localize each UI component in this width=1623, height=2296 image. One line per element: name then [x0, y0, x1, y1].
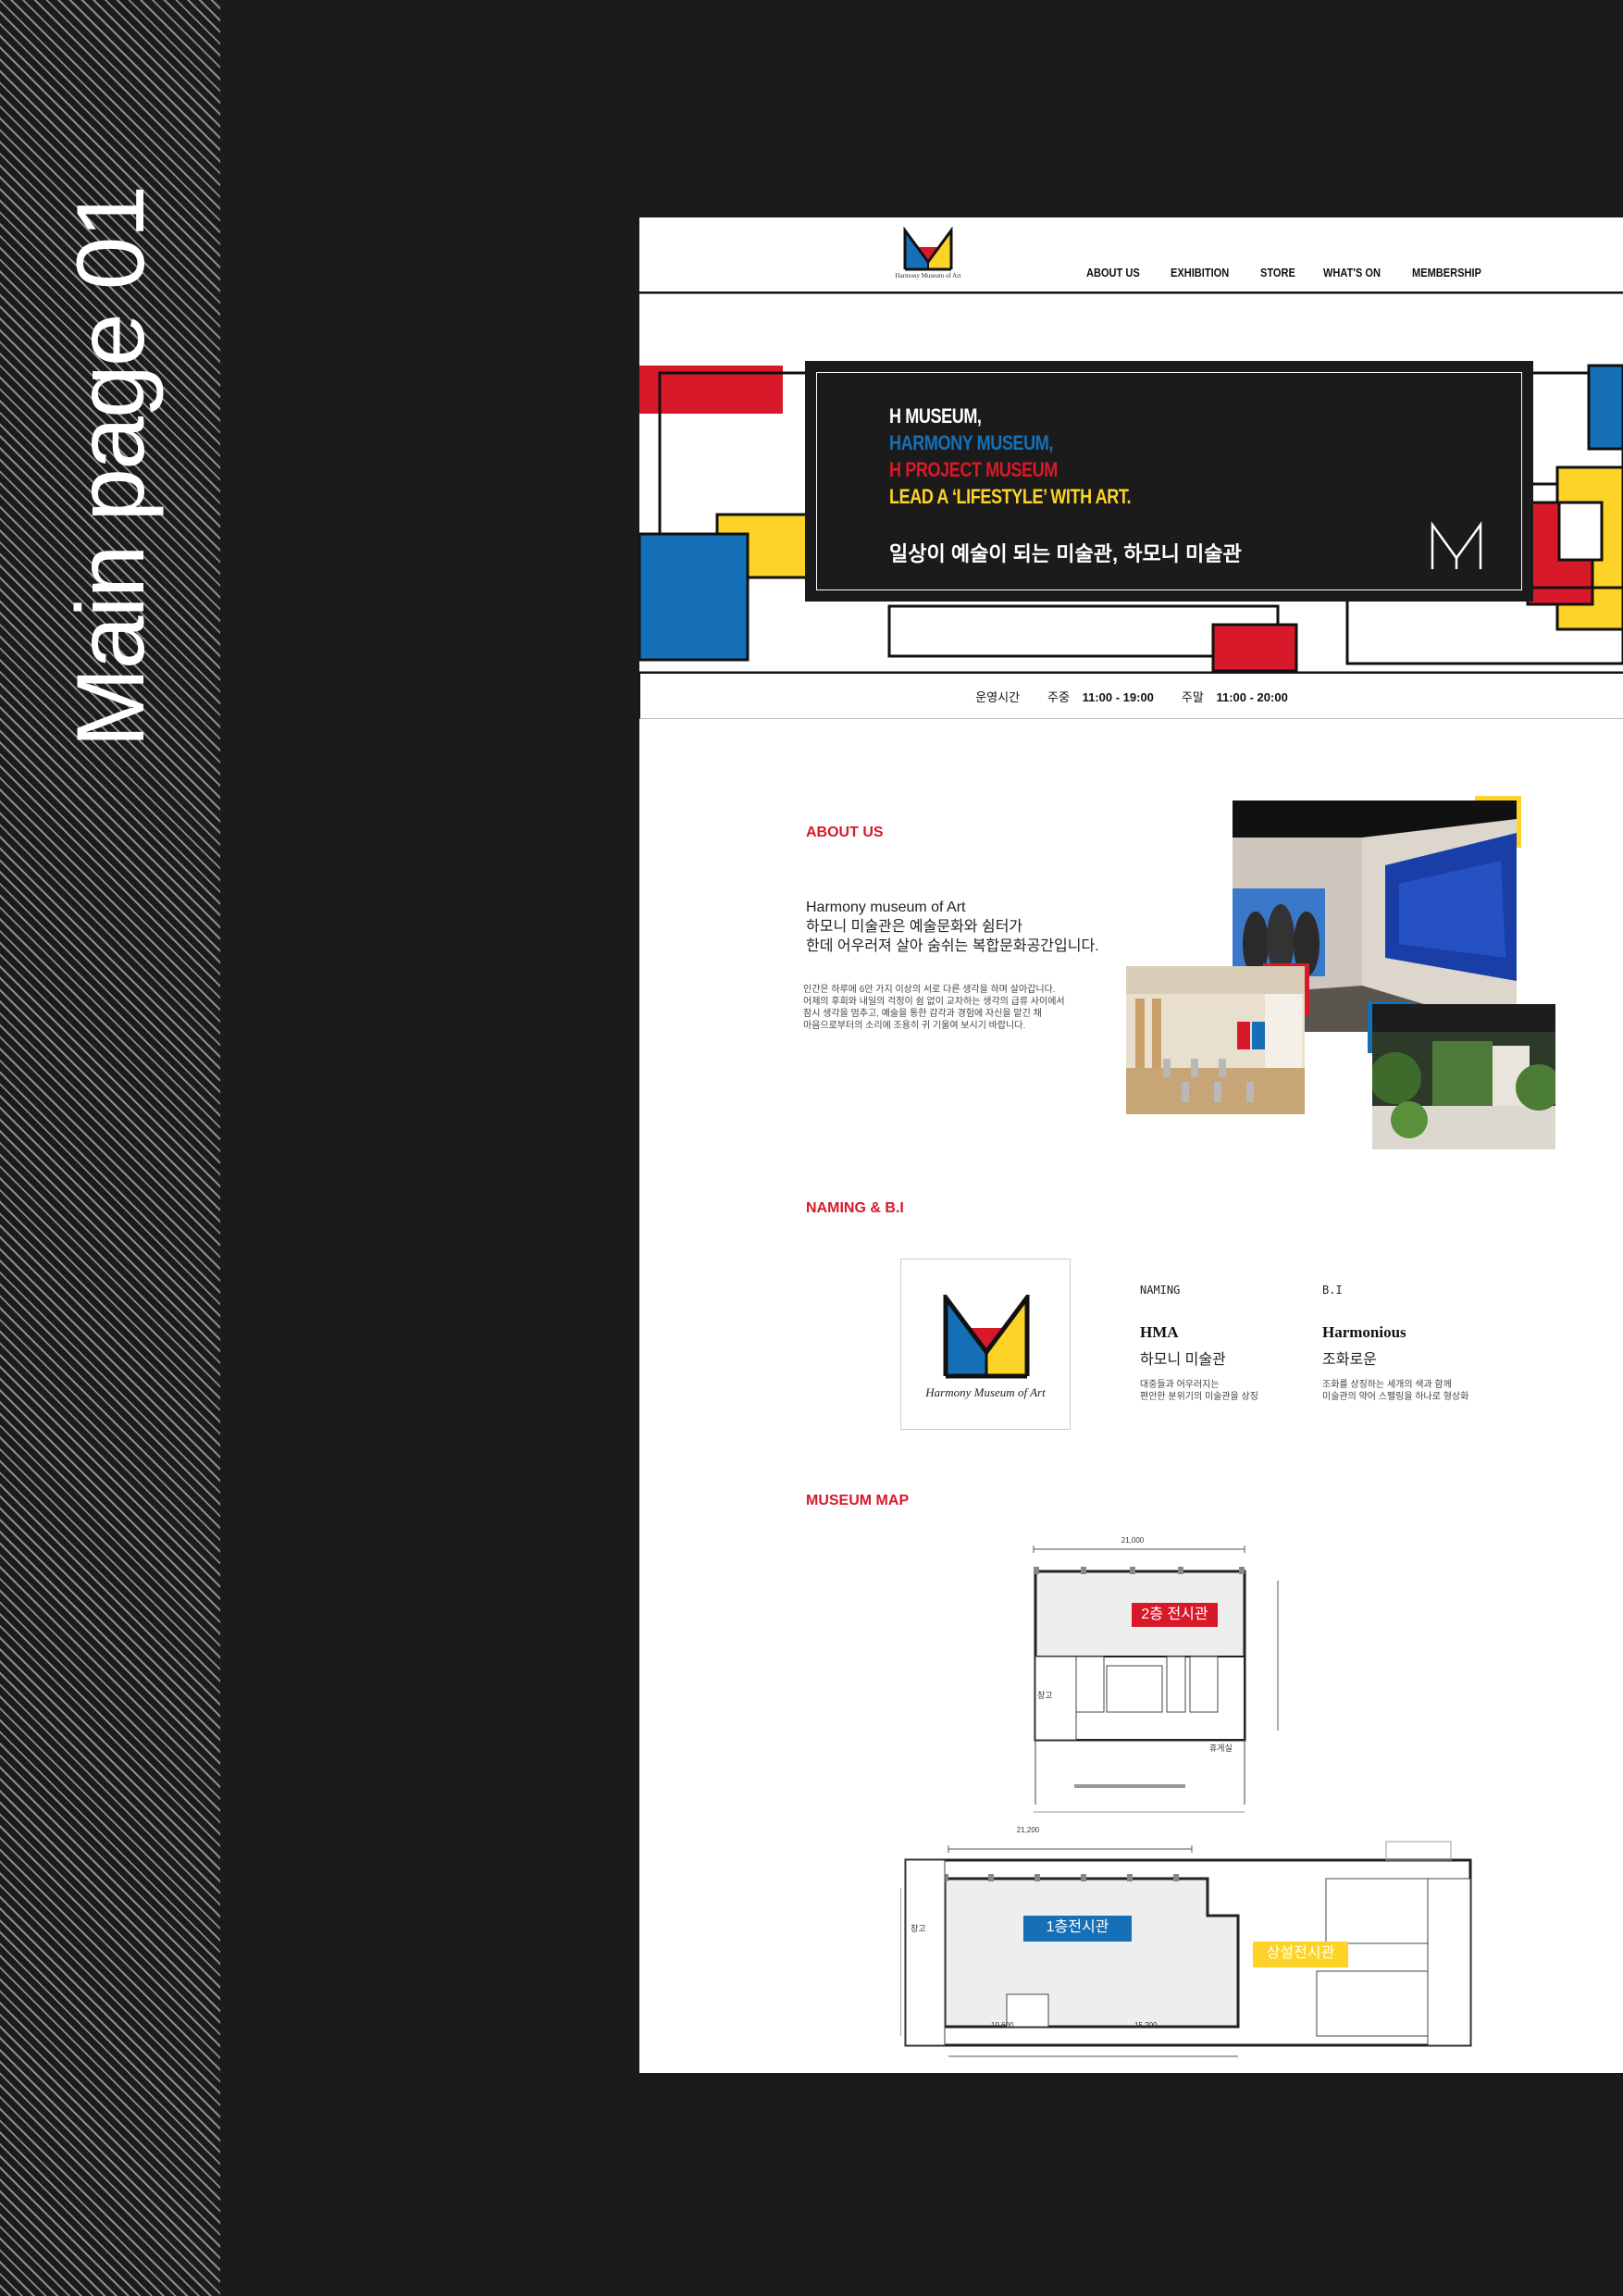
gallery-photo-hall	[1126, 966, 1305, 1114]
website-mockup: Harmony Museum of Art ABOUT US EXHIBITIO…	[639, 217, 1623, 2073]
bi-desc-line: 미술관의 약어 스펠링을 하나로 형상화	[1322, 1392, 1469, 1402]
page-title: Main page 01	[57, 186, 165, 748]
hero-m-logo-icon	[1431, 521, 1482, 569]
bi-sub: 조화로운	[1322, 1352, 1377, 1368]
bi-desc-line: 조화를 상징하는 세개의 색과 함께	[1322, 1380, 1452, 1390]
about-heading: Harmony museum of Art 하모니 미술관은 예술문화와 쉼터가…	[806, 898, 1099, 956]
hero-line-1: H MUSEUM,	[889, 404, 982, 428]
floor-1-dimension: 21,200	[1016, 1826, 1040, 1834]
floor-2-plan	[1033, 1545, 1279, 1813]
floor-2-rest-label: 휴게실	[1209, 1744, 1233, 1753]
floor-1-dimension-b: 15,200	[1134, 2021, 1158, 2029]
nav-store[interactable]: STORE	[1260, 266, 1295, 279]
floor-1-dimension-a: 10,600	[991, 2021, 1014, 2029]
floor-2-storage-label: 창고	[1037, 1691, 1053, 1700]
weekday-label: 주중	[1047, 689, 1070, 704]
opening-hours-bar: 운영시간 주중 11:00 - 19:00 주말 11:00 - 20:00	[639, 673, 1623, 719]
hero-line-4: LEAD A ‘LIFESTYLE’ WITH ART.	[889, 485, 1132, 508]
naming-sub: 하모니 미술관	[1140, 1352, 1226, 1368]
about-heading-line: 한데 어우러져 살아 숨쉬는 복합문화공간입니다.	[806, 938, 1099, 954]
nav-whats-on[interactable]: WHAT'S ON	[1323, 266, 1381, 279]
about-body-line: 어제의 후회와 내일의 걱정이 쉼 없이 교차하는 생각의 급류 사이에서	[803, 997, 1065, 1007]
nav-exhibition[interactable]: EXHIBITION	[1171, 266, 1229, 279]
floor-1-tag[interactable]: 1층전시관	[1023, 1916, 1132, 1942]
logo-caption: Harmony Museum of Art	[895, 272, 961, 279]
weekday-time: 11:00 - 19:00	[1082, 689, 1154, 704]
hero-banner: H MUSEUM, HARMONY MUSEUM, H PROJECT MUSE…	[805, 361, 1533, 602]
floor-2-dimension: 21,000	[1121, 1536, 1145, 1545]
naming-head: NAMING	[1140, 1284, 1181, 1297]
naming-bi-label: NAMING & B.I	[806, 1200, 904, 1216]
naming-desc: 대중들과 어우러지는 편안한 분위기의 미술관을 상징	[1140, 1379, 1258, 1403]
bi-head: B.I	[1322, 1284, 1343, 1297]
hero-tagline: 일상이 예술이 되는 미술관, 하모니 미술관	[889, 542, 1242, 565]
about-us-label: ABOUT US	[806, 825, 884, 840]
weekend-time: 11:00 - 20:00	[1216, 689, 1288, 704]
museum-map-label: MUSEUM MAP	[806, 1493, 910, 1508]
naming-desc-line: 편안한 분위기의 미술관을 상징	[1140, 1392, 1258, 1402]
floor-1-storage-label: 창고	[911, 1924, 926, 1933]
weekend-label: 주말	[1181, 689, 1204, 704]
logo-card: Harmony Museum of Art	[900, 1259, 1071, 1430]
hero-line-3: H PROJECT MUSEUM	[889, 458, 1058, 481]
hours-label: 운영시간	[975, 689, 1021, 704]
about-body-line: 인간은 하루에 6만 가지 이상의 서로 다른 생각을 하며 살아갑니다.	[803, 985, 1056, 995]
bi-title: Harmonious	[1322, 1323, 1406, 1341]
naming-title: HMA	[1140, 1323, 1179, 1341]
about-body-line: 잠시 생각을 멈추고, 예술을 통한 감각과 경험에 자신을 맡긴 채	[803, 1009, 1042, 1019]
about-body-line: 마음으로부터의 소리에 조용히 귀 기울여 보시기 바랍니다.	[803, 1021, 1026, 1031]
gallery-photo-garden	[1372, 1004, 1555, 1149]
permanent-exhibit-tag[interactable]: 상설전시관	[1253, 1942, 1348, 1967]
logo-card-caption: Harmony Museum of Art	[925, 1385, 1046, 1399]
floor-1-plan	[900, 1841, 1472, 2057]
naming-desc-line: 대중들과 어우러지는	[1140, 1380, 1220, 1390]
hero-line-2: HARMONY MUSEUM,	[889, 431, 1053, 454]
floor-2-tag[interactable]: 2층 전시관	[1132, 1603, 1218, 1627]
about-body: 인간은 하루에 6만 가지 이상의 서로 다른 생각을 하며 살아갑니다. 어제…	[803, 984, 1081, 1032]
bi-desc: 조화를 상징하는 세개의 색과 함께 미술관의 약어 스펠링을 하나로 형상화	[1322, 1379, 1468, 1403]
nav-about-us[interactable]: ABOUT US	[1086, 266, 1140, 279]
nav-membership[interactable]: MEMBERSHIP	[1412, 266, 1481, 279]
museum-logo-large-icon	[943, 1295, 1030, 1379]
about-heading-line: 하모니 미술관은 예술문화와 쉼터가	[806, 919, 1023, 935]
main-nav: ABOUT US EXHIBITION STORE WHAT'S ON MEMB…	[1086, 266, 1515, 279]
about-heading-line: Harmony museum of Art	[806, 900, 966, 915]
